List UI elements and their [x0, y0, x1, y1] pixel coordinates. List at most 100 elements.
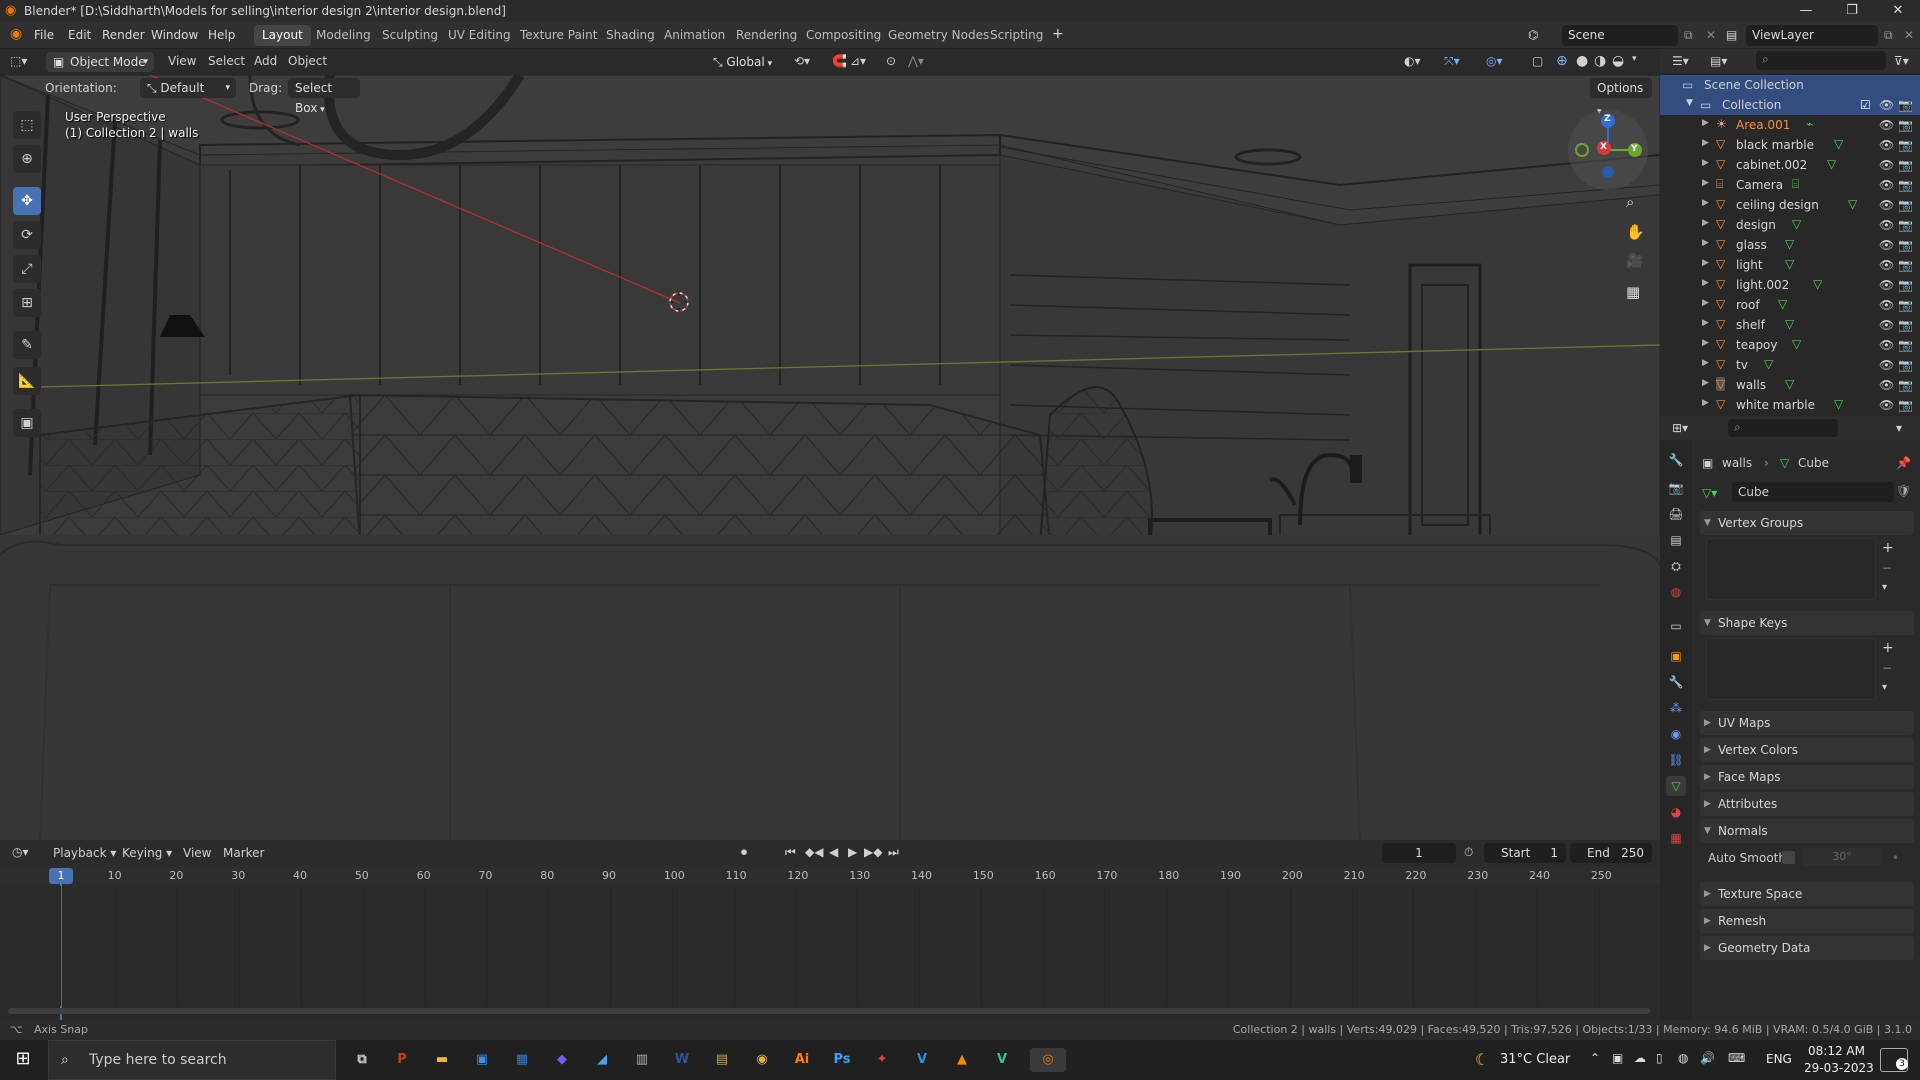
tab-compositing[interactable]: Compositing [798, 25, 889, 46]
tab-animation[interactable]: Animation [656, 25, 733, 46]
play-reverse-icon[interactable]: ◀ [829, 845, 838, 859]
clock-date[interactable]: 29-03-2023 [1804, 1061, 1874, 1075]
object-data-icon[interactable]: ▽ [1848, 197, 1857, 211]
playhead-frame-indicator[interactable]: 1 [49, 868, 73, 884]
visibility-eye-icon[interactable]: 👁 [1879, 318, 1894, 332]
view-layer-selector[interactable]: ViewLayer [1746, 25, 1878, 46]
vlc-icon[interactable]: ▲ [950, 1048, 974, 1072]
panel-shape-keys[interactable]: ▼ Shape Keys [1700, 611, 1914, 635]
visibility-eye-icon[interactable]: 👁 [1879, 238, 1894, 252]
panel-vertex-groups[interactable]: ▼ Vertex Groups [1700, 511, 1914, 535]
overlay-toggle-icon[interactable]: ◎▾ [1486, 54, 1503, 68]
exclude-checkbox-icon[interactable]: ☑ [1860, 98, 1871, 112]
rendered-shading-icon[interactable]: ◒ [1612, 53, 1624, 69]
blender-icon[interactable]: ◎ [1030, 1048, 1066, 1072]
visibility-eye-icon[interactable]: 👁 [1879, 198, 1894, 212]
mode-selector[interactable]: ▣ Object Mode ▾ [46, 52, 154, 72]
remove-scene-icon[interactable]: ✕ [1706, 28, 1716, 42]
orientation-dropdown[interactable]: ⤡ Default ▾ [140, 78, 236, 98]
panel-attributes[interactable]: ▶ Attributes [1700, 792, 1914, 816]
scale-tool-icon[interactable]: ⤢ [13, 255, 41, 283]
wireframe-shading-icon[interactable]: ⊕ [1556, 53, 1568, 69]
blender-menu-icon[interactable]: ◉ [10, 26, 22, 42]
task-view-icon[interactable]: ⧉ [350, 1048, 374, 1072]
render-camera-icon[interactable]: 📷 [1898, 238, 1913, 252]
render-camera-icon[interactable]: 📷 [1898, 298, 1913, 312]
panel-face-maps[interactable]: ▶ Face Maps [1700, 765, 1914, 789]
network-icon[interactable]: ◍ [1678, 1051, 1688, 1065]
outliner-item[interactable]: ▶ ▽ black marble ▽ 👁 📷 [1660, 135, 1920, 155]
transform-tool-icon[interactable]: ⊞ [13, 289, 41, 317]
remove-shape-key-icon[interactable]: − [1882, 661, 1892, 675]
tab-texture-paint[interactable]: Texture Paint [512, 25, 605, 46]
object-data-icon[interactable]: ▽ [1785, 237, 1794, 251]
transform-orientation-selector[interactable]: ⤡ Global ▾ [706, 52, 784, 72]
expand-icon[interactable]: ▶ [1702, 278, 1709, 288]
visibility-eye-icon[interactable]: 👁 [1879, 178, 1894, 192]
minimize-button[interactable]: — [1783, 0, 1829, 22]
tab-rendering[interactable]: Rendering [728, 25, 805, 46]
timeline-menu-view[interactable]: View [183, 846, 211, 860]
render-camera-icon[interactable]: 📷 [1898, 158, 1913, 172]
mesh-datablock-icon[interactable]: ▽▾ [1702, 486, 1717, 500]
expand-icon[interactable]: ▶ [1702, 318, 1709, 328]
collection-tab-icon[interactable]: ▭ [1666, 616, 1686, 636]
outliner-collection[interactable]: ▼ ▭ Collection ☑ 👁 📷 [1660, 95, 1920, 115]
visibility-eye-icon[interactable]: 👁 [1879, 398, 1894, 412]
material-shading-icon[interactable]: ◑ [1594, 53, 1606, 69]
visibility-eye-icon[interactable]: 👁 [1879, 338, 1894, 352]
falloff-icon[interactable]: ⋀▾ [908, 54, 924, 68]
panel-remesh[interactable]: ▶ Remesh [1700, 909, 1914, 933]
gizmo-toggle-icon[interactable]: ⤧▾ [1444, 54, 1460, 69]
render-camera-icon[interactable]: 📷 [1898, 358, 1913, 372]
panel-vertex-colors[interactable]: ▶ Vertex Colors [1700, 738, 1914, 762]
render-camera-icon[interactable]: 📷 [1898, 178, 1913, 192]
outliner-item[interactable]: ▶ ▽ cabinet.002 ▽ 👁 📷 [1660, 155, 1920, 175]
tab-uv-editing[interactable]: UV Editing [440, 25, 519, 46]
chrome-icon[interactable]: ◉ [750, 1048, 774, 1072]
render-camera-icon[interactable]: 📷 [1898, 218, 1913, 232]
timeline-area[interactable]: 10 20 30 40 50 60 70 80 90 100 110 120 130 140 150 160 1… [0, 866, 1660, 1020]
panel-texture-space[interactable]: ▶ Texture Space [1700, 882, 1914, 906]
vertex-group-specials-icon[interactable]: ▾ [1882, 582, 1887, 593]
outliner-item[interactable]: ▶ ▽ teapoy ▽ 👁 📷 [1660, 335, 1920, 355]
outliner-item[interactable]: ▶ ▽ glass ▽ 👁 📷 [1660, 235, 1920, 255]
app-7-icon[interactable]: ▥ [630, 1048, 654, 1072]
outliner-item[interactable]: ▶ ▽ design ▽ 👁 📷 [1660, 215, 1920, 235]
tab-modeling[interactable]: Modeling [308, 25, 379, 46]
render-tab-icon[interactable]: 📷 [1666, 478, 1686, 498]
jump-end-icon[interactable]: ⏭ [888, 845, 899, 860]
panel-geometry-data[interactable]: ▶ Geometry Data [1700, 936, 1914, 960]
frame-ruler[interactable]: 10 20 30 40 50 60 70 80 90 100 110 120 130 140 150 160 1… [0, 866, 1660, 886]
tab-shading[interactable]: Shading [598, 25, 663, 46]
proportional-edit-icon[interactable]: ⊙ [886, 54, 896, 68]
annotate-tool-icon[interactable]: ✎ [13, 331, 41, 359]
outliner-item[interactable]: ▶ ▽ ceiling design ▽ 👁 📷 [1660, 195, 1920, 215]
options-dropdown[interactable]: Options ▾ [1590, 78, 1652, 117]
properties-editor-type-icon[interactable]: ⊞▾ [1672, 421, 1688, 435]
auto-smooth-angle-field[interactable]: 30° [1802, 848, 1882, 866]
object-data-icon[interactable]: ▽ [1792, 337, 1801, 351]
word-icon[interactable]: W [670, 1048, 694, 1072]
app-3-icon[interactable]: ▣ [470, 1048, 494, 1072]
render-camera-icon[interactable]: 📷 [1898, 378, 1913, 392]
object-data-icon[interactable]: ⌸ [1792, 177, 1799, 192]
add-workspace-icon[interactable]: + [1052, 26, 1064, 42]
scene-selector-icon[interactable]: ⌬ [1528, 28, 1538, 42]
tab-layout[interactable]: Layout [254, 25, 311, 46]
expand-icon[interactable]: ▶ [1702, 138, 1709, 148]
scene-selector[interactable]: Scene [1562, 25, 1678, 46]
tray-app-icon[interactable]: ▣ [1612, 1051, 1623, 1065]
expand-icon[interactable]: ▶ [1702, 118, 1709, 128]
fake-user-shield-icon[interactable]: 🛡 [1896, 484, 1911, 498]
outliner-item[interactable]: ▶ ▽ tv ▽ 👁 📷 [1660, 355, 1920, 375]
filter-icon[interactable]: ⊽▾ [1894, 54, 1909, 68]
app-16-icon[interactable]: V [990, 1048, 1014, 1072]
pin-icon[interactable]: 📌 [1896, 456, 1911, 470]
visibility-eye-icon[interactable]: 👁 [1879, 138, 1894, 152]
volume-icon[interactable]: 🔊 [1700, 1051, 1715, 1065]
object-data-icon[interactable]: ▽ [1827, 157, 1836, 171]
outliner-item[interactable]: ▶ ▽ white marble ▽ 👁 📷 [1660, 395, 1920, 415]
store-icon[interactable]: ▦ [510, 1048, 534, 1072]
expand-icon[interactable]: ▶ [1702, 218, 1709, 228]
